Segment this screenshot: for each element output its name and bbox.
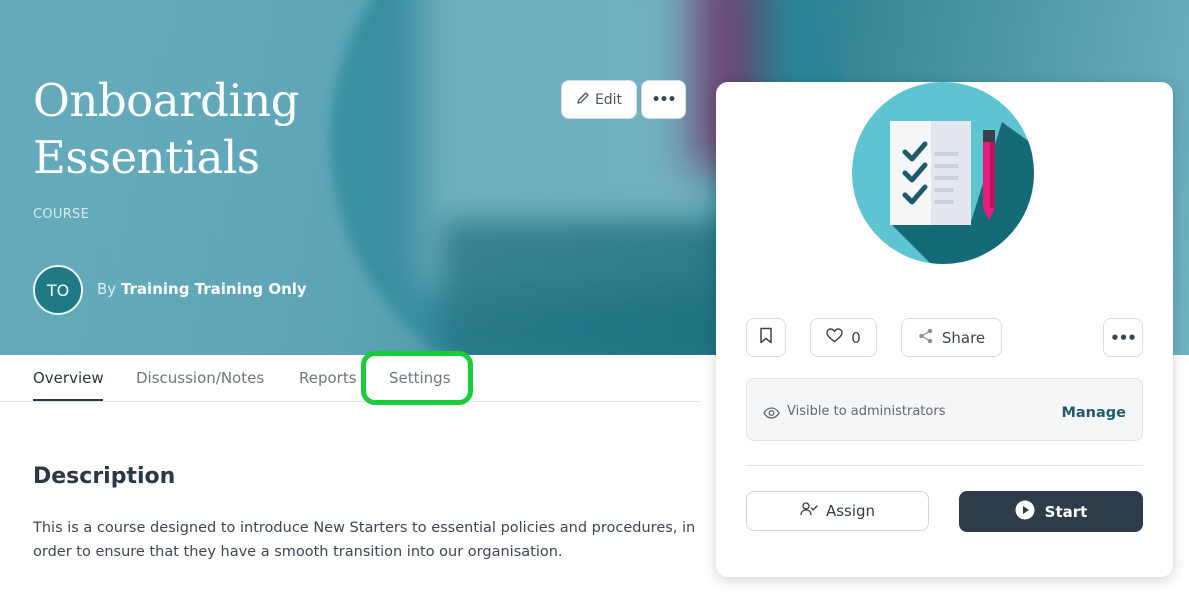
description-heading: Description	[33, 464, 176, 489]
more-icon: •••	[1110, 328, 1137, 347]
course-tabs: Overview Discussion/Notes Reports Settin…	[0, 355, 700, 402]
assign-label: Assign	[825, 502, 876, 520]
course-action-card: 0 Share ••• Visible to administrators Ma…	[716, 82, 1173, 577]
share-label: Share	[941, 328, 986, 347]
card-divider	[746, 465, 1143, 466]
assign-user-icon	[800, 502, 818, 520]
author-prefix: By	[97, 280, 117, 298]
more-options-button[interactable]: •••	[641, 80, 686, 119]
author-initials: TO	[46, 280, 70, 300]
manage-link[interactable]: Manage	[1061, 405, 1126, 421]
more-icon: •••	[651, 91, 677, 108]
bookmark-button[interactable]	[746, 318, 786, 357]
checklist-illustration	[852, 82, 1034, 264]
heart-icon	[826, 328, 843, 347]
share-button[interactable]: Share	[901, 318, 1002, 357]
edit-label: Edit	[594, 91, 623, 108]
settings-highlight-ring	[361, 351, 473, 405]
bookmark-icon	[759, 327, 773, 348]
assign-button[interactable]: Assign	[746, 491, 929, 531]
play-icon	[1015, 500, 1035, 524]
visibility-panel: Visible to administrators Manage	[746, 378, 1143, 441]
author-name[interactable]: Training Training Only	[121, 280, 307, 298]
course-title-line: Essentials	[33, 131, 260, 184]
eye-icon	[763, 404, 780, 423]
start-label: Start	[1044, 502, 1088, 521]
edit-button[interactable]: Edit	[561, 80, 637, 119]
active-tab-indicator	[33, 399, 103, 401]
course-title: Onboarding Essentials	[33, 72, 433, 186]
card-more-options-button[interactable]: •••	[1103, 318, 1143, 357]
visibility-text: Visible to administrators	[787, 404, 946, 419]
pencil-icon	[576, 91, 590, 109]
start-button[interactable]: Start	[959, 491, 1143, 532]
like-count: 0	[851, 328, 861, 347]
tab-overview[interactable]: Overview	[33, 369, 104, 387]
author-avatar[interactable]: TO	[33, 265, 83, 315]
tab-reports[interactable]: Reports	[299, 369, 357, 387]
course-author: By Training Training Only	[97, 280, 307, 298]
description-text: This is a course designed to introduce N…	[33, 520, 696, 560]
course-title-line: Onboarding	[33, 74, 300, 127]
share-icon	[918, 328, 934, 348]
tab-discussion-notes[interactable]: Discussion/Notes	[136, 369, 264, 387]
course-type-label: COURSE	[33, 207, 90, 222]
like-button[interactable]: 0	[810, 318, 877, 357]
